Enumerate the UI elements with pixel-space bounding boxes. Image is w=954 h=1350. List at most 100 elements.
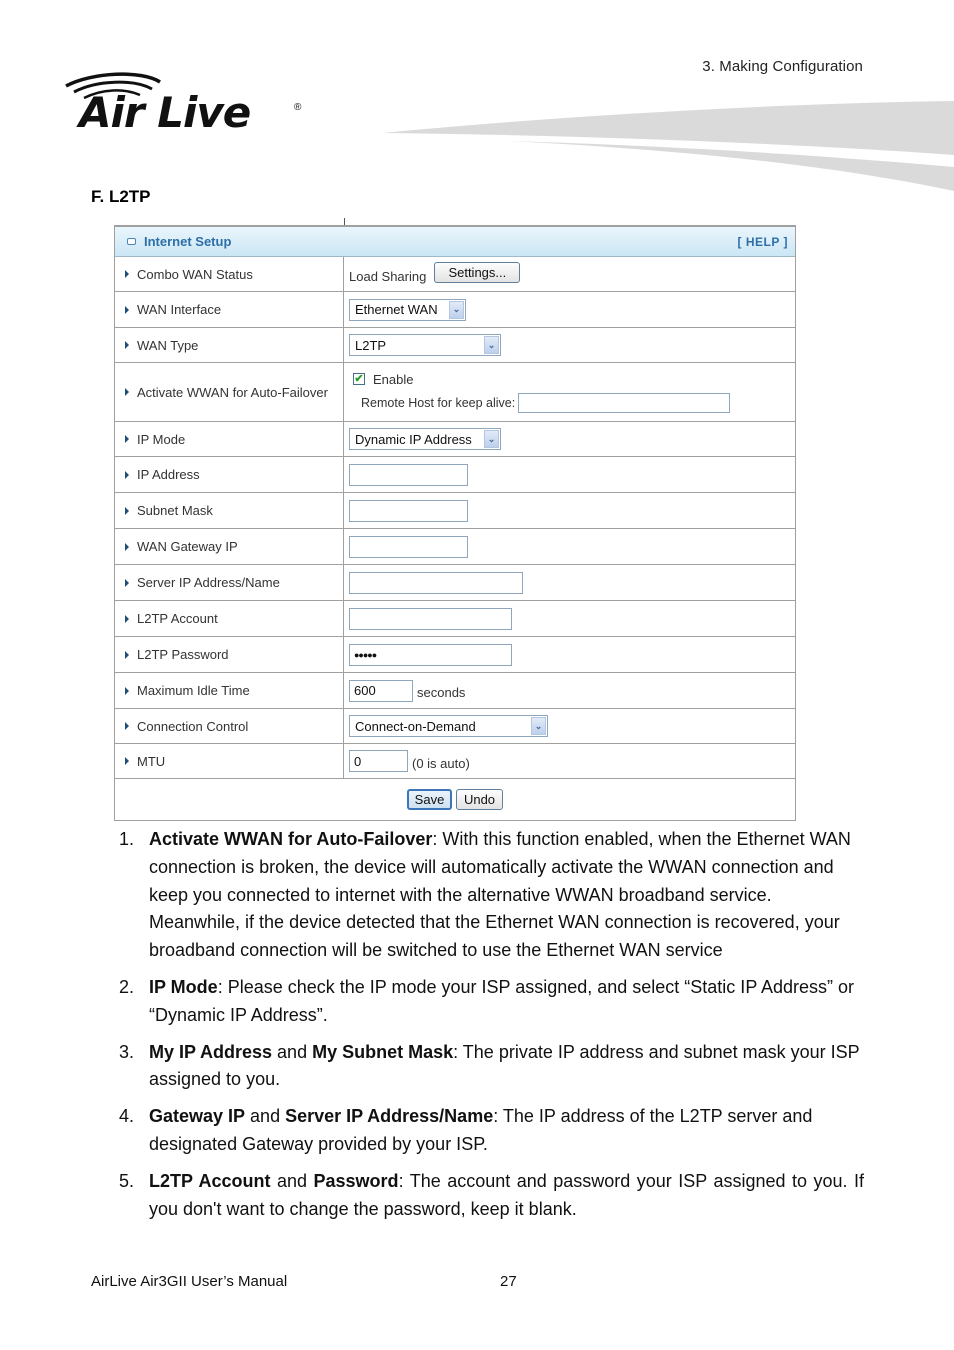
ip-address-label: IP Address — [137, 467, 200, 482]
row-arrow-icon — [125, 578, 129, 587]
row-wan-interface: WAN Interface Ethernet WAN ⌄ — [115, 292, 795, 328]
row-wan-type: WAN Type L2TP ⌄ — [115, 328, 795, 363]
mtu-label: MTU — [137, 753, 166, 769]
row-ip-address: IP Address — [115, 457, 795, 493]
combo-wan-status-label: Combo WAN Status — [137, 266, 253, 282]
chevron-down-icon: ⌄ — [484, 430, 499, 448]
row-ip-mode: IP Mode Dynamic IP Address ⌄ — [115, 422, 795, 457]
wan-type-label: WAN Type — [137, 337, 199, 353]
note-term: Server IP Address/Name — [285, 1106, 494, 1127]
connection-control-select[interactable]: Connect-on-Demand ⌄ — [349, 715, 548, 737]
panel-title: Internet Setup — [144, 234, 232, 249]
wan-type-selected: L2TP — [355, 337, 387, 353]
note-number: 2. — [119, 976, 135, 997]
row-max-idle-time: Maximum Idle Time seconds — [115, 673, 795, 709]
note-number: 4. — [119, 1106, 135, 1127]
max-idle-time-label: Maximum Idle Time — [137, 683, 250, 698]
settings-button[interactable]: Settings... — [434, 261, 521, 283]
note-term: IP Mode — [149, 976, 218, 997]
l2tp-password-label: L2TP Password — [137, 647, 229, 662]
ip-mode-label: IP Mode — [137, 431, 186, 447]
mtu-input[interactable] — [349, 750, 408, 772]
wan-interface-select[interactable]: Ethernet WAN ⌄ — [349, 298, 466, 321]
activate-wwan-label: Activate WWAN for Auto-Failover — [137, 384, 328, 400]
row-mtu: MTU (0 is auto) — [115, 744, 795, 779]
ip-mode-select[interactable]: Dynamic IP Address ⌄ — [349, 428, 501, 450]
enable-checkbox[interactable]: ✔ — [353, 373, 365, 385]
note-connector: and — [272, 1041, 313, 1062]
note-term: Password — [313, 1170, 399, 1191]
airlive-logo: Air Live ® — [62, 70, 312, 142]
row-arrow-icon — [125, 305, 129, 314]
chevron-down-icon: ⌄ — [531, 717, 546, 735]
help-link[interactable]: [ HELP ] — [738, 235, 788, 249]
row-arrow-icon — [125, 341, 129, 349]
manual-title: AirLive Air3GII User’s Manual — [91, 1273, 288, 1290]
row-arrow-icon — [125, 470, 129, 479]
note-item: 1. Activate WWAN for Auto-Failover: With … — [118, 826, 864, 965]
max-idle-time-input[interactable] — [349, 679, 413, 702]
decorative-swoosh — [382, 101, 954, 191]
connection-control-label: Connection Control — [137, 718, 249, 734]
max-idle-time-unit: seconds — [417, 685, 466, 700]
row-server-ip: Server IP Address/Name — [115, 565, 795, 601]
note-term: My IP Address — [149, 1041, 273, 1062]
row-connection-control: Connection Control Connect-on-Demand ⌄ — [115, 709, 795, 744]
row-arrow-icon — [125, 435, 129, 443]
note-item: 5. L2TP Account and Password: The account… — [118, 1168, 864, 1224]
chevron-down-icon: ⌄ — [484, 336, 499, 354]
note-term: L2TP Account — [149, 1170, 271, 1191]
wan-interface-label: WAN Interface — [137, 302, 222, 317]
row-arrow-icon — [125, 270, 129, 278]
l2tp-account-input[interactable] — [349, 607, 512, 630]
row-arrow-icon — [125, 542, 129, 551]
mtu-hint: (0 is auto) — [412, 755, 470, 771]
ip-address-input[interactable] — [349, 463, 468, 486]
row-arrow-icon — [125, 388, 129, 396]
note-item: 3. My IP Address and My Subnet Mask: The … — [118, 1039, 864, 1095]
wan-gateway-ip-input[interactable] — [349, 535, 468, 558]
note-number: 5. — [119, 1170, 135, 1191]
note-connector: and — [270, 1170, 314, 1191]
panel-header: Internet Setup [ HELP ] — [115, 227, 795, 257]
internet-setup-panel: Internet Setup [ HELP ] Combo WAN Status… — [114, 225, 796, 821]
remote-host-input[interactable] — [518, 392, 731, 413]
save-button[interactable]: Save — [407, 789, 452, 810]
row-arrow-icon — [125, 650, 129, 659]
note-item: 4. Gateway IP and Server IP Address/Name:… — [118, 1103, 864, 1159]
row-arrow-icon — [125, 686, 129, 695]
wan-gateway-ip-label: WAN Gateway IP — [137, 539, 238, 554]
server-ip-input[interactable] — [349, 571, 523, 594]
wan-type-select[interactable]: L2TP ⌄ — [349, 334, 501, 356]
row-l2tp-password: L2TP Password — [115, 637, 795, 673]
page-number: 27 — [500, 1273, 517, 1290]
subnet-mask-label: Subnet Mask — [137, 503, 213, 518]
row-activate-wwan: Activate WWAN for Auto-Failover ✔ Enable… — [115, 363, 795, 422]
row-l2tp-account: L2TP Account — [115, 601, 795, 637]
server-ip-label: Server IP Address/Name — [137, 575, 280, 590]
note-number: 3. — [119, 1041, 135, 1062]
row-arrow-icon — [125, 722, 129, 730]
wan-interface-selected: Ethernet WAN — [355, 302, 438, 317]
note-item: 2. IP Mode: Please check the IP mode your… — [118, 974, 864, 1030]
row-wan-gateway-ip: WAN Gateway IP — [115, 529, 795, 565]
subnet-mask-input[interactable] — [349, 499, 468, 522]
logo-wordmark: Air Live — [79, 88, 251, 137]
l2tp-password-input[interactable] — [349, 643, 512, 666]
chapter-title: 3. Making Configuration — [702, 58, 863, 75]
l2tp-account-label: L2TP Account — [137, 611, 218, 626]
connection-control-selected: Connect-on-Demand — [355, 718, 476, 734]
row-arrow-icon — [125, 614, 129, 623]
page-header: Air Live ® 3. Making Configuration — [0, 0, 954, 200]
panel-bullet-icon — [127, 238, 136, 245]
enable-label: Enable — [373, 371, 414, 387]
registered-mark: ® — [294, 102, 302, 113]
note-term: Activate WWAN for Auto-Failover — [149, 829, 433, 849]
chevron-down-icon: ⌄ — [449, 300, 464, 319]
row-arrow-icon — [125, 506, 129, 515]
row-combo-wan-status: Combo WAN Status Load Sharing Settings..… — [115, 257, 795, 292]
field-descriptions: 1. Activate WWAN for Auto-Failover: With … — [118, 826, 864, 1232]
note-term: My Subnet Mask — [312, 1041, 454, 1062]
undo-button[interactable]: Undo — [456, 789, 503, 810]
note-text: : Please check the IP mode your ISP assi… — [149, 976, 855, 1025]
